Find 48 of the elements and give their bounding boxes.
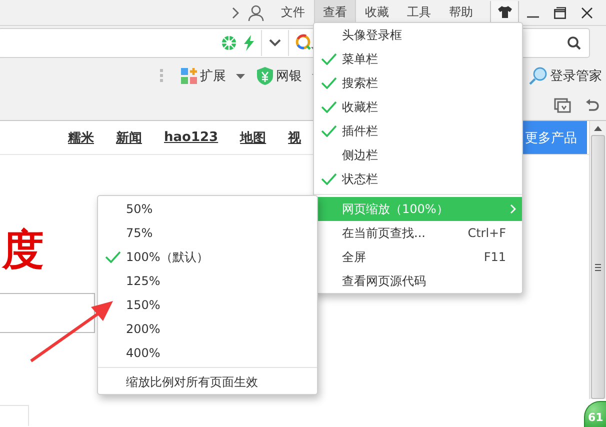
nav-link[interactable]: 新闻 [116,128,142,146]
magnifier-icon [529,67,547,85]
nav-link[interactable]: 地图 [240,128,266,146]
menu-item[interactable]: 75% [98,221,317,245]
menu-item[interactable]: 200% [98,317,317,341]
restore-icon [554,6,566,18]
menu-bar-item[interactable]: 收藏 [356,0,398,26]
menu-item[interactable]: 状态栏 [314,167,522,191]
chevron-right-icon [510,204,516,214]
logo-text: 度 [0,224,45,276]
menu-bar-item[interactable]: 文件 [272,0,314,26]
menu-item[interactable]: 查看网页源代码 [314,269,522,293]
menu-item[interactable]: 缩放比例对所有页面生效 [98,370,317,394]
page-panel [0,405,29,426]
search-box[interactable] [0,293,95,333]
menu-item[interactable]: 在当前页查找... Ctrl+F [314,221,522,245]
nav-link[interactable]: hao123 [164,130,218,145]
tab-list-icon[interactable] [554,98,572,114]
menu-item[interactable]: 50% [98,197,317,221]
caret-icon[interactable] [236,74,245,78]
menu-bar-item[interactable]: 工具 [398,0,440,26]
search-icon[interactable] [567,36,581,50]
toolbar-button[interactable]: 网银 [255,65,304,87]
chevron-down-icon[interactable] [268,38,282,48]
menu-item[interactable]: 头像登录框 [314,23,522,47]
login-manager-button[interactable]: 登录管家 [527,65,604,87]
user-icon[interactable] [248,4,264,20]
shield-icon [257,67,273,85]
menu-item[interactable]: 全屏 F11 [314,245,522,269]
menu-item[interactable]: 400% [98,341,317,365]
menu-item[interactable]: 菜单栏 [314,47,522,71]
undo-icon[interactable] [584,98,600,114]
close-icon [580,6,592,18]
toolbar-grip[interactable] [160,69,163,83]
scroll-thumb[interactable] [591,135,605,399]
nav-link[interactable]: 视 [288,128,302,146]
grid-icon [181,68,197,84]
scrollbar[interactable] [589,121,606,399]
menu-item[interactable]: 125% [98,269,317,293]
skin-button[interactable] [490,1,519,24]
menu-bar-item[interactable]: 帮助 [440,0,482,26]
chevron-right-icon[interactable] [232,6,240,18]
toolbar-button[interactable]: 扩展 [179,65,228,87]
menu-item[interactable]: 100%（默认） [98,245,317,269]
nav-link[interactable]: 糯米 [68,128,94,146]
menu-item[interactable]: 搜索栏 [314,71,522,95]
shirt-icon [498,6,512,18]
minimize-icon [526,16,538,18]
